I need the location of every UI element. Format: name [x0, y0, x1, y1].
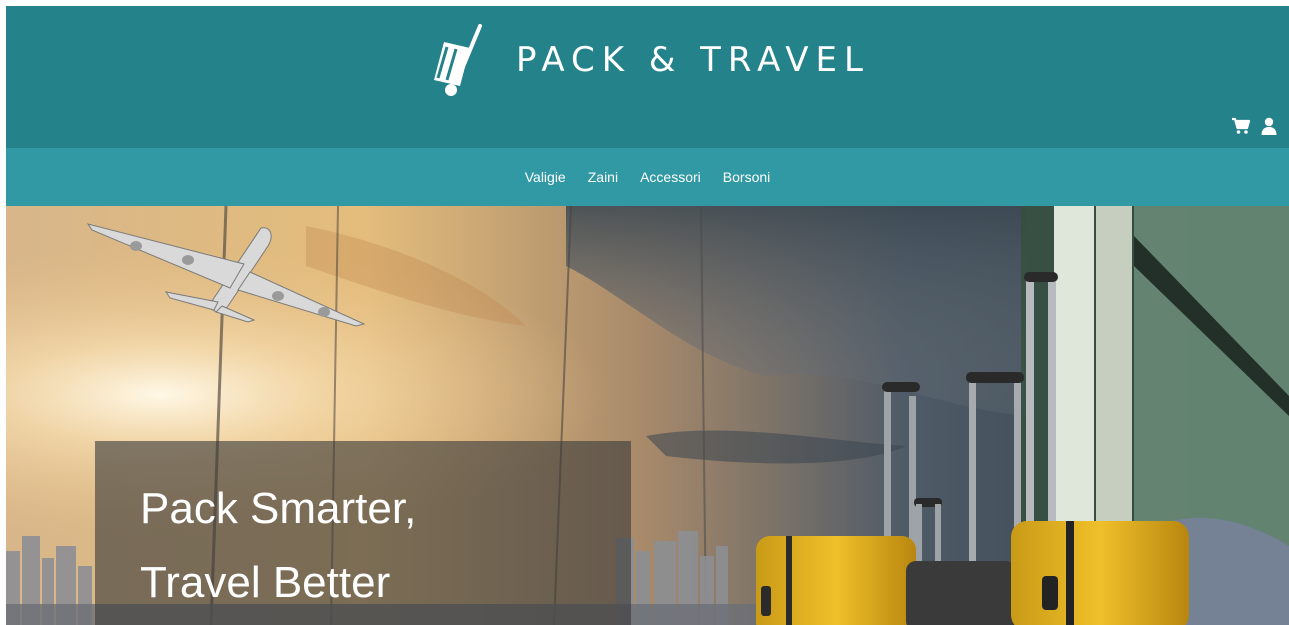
hero-caption: Pack Smarter, Travel Better: [95, 441, 631, 625]
site-header: PACK & TRAVEL: [6, 6, 1289, 148]
page-frame: PACK & TRAVEL Valigie Zaini Accessori Bo…: [6, 6, 1289, 625]
site-logo[interactable]: PACK & TRAVEL: [430, 20, 870, 100]
nav-item-zaini[interactable]: Zaini: [588, 169, 618, 185]
suitcase-logo-icon: [434, 24, 482, 96]
main-nav: Valigie Zaini Accessori Borsoni: [6, 148, 1289, 206]
user-icon[interactable]: [1259, 116, 1279, 136]
hero-headline-line1: Pack Smarter,: [140, 484, 417, 533]
nav-item-borsoni[interactable]: Borsoni: [723, 169, 770, 185]
header-actions: [1231, 116, 1279, 136]
hero-banner: Pack Smarter, Travel Better: [6, 206, 1289, 625]
hero-headline-line2: Travel Better: [140, 558, 391, 607]
nav-item-accessori[interactable]: Accessori: [640, 169, 701, 185]
cart-icon[interactable]: [1231, 116, 1251, 136]
brand-name: PACK & TRAVEL: [516, 40, 870, 80]
nav-item-valigie[interactable]: Valigie: [525, 169, 566, 185]
